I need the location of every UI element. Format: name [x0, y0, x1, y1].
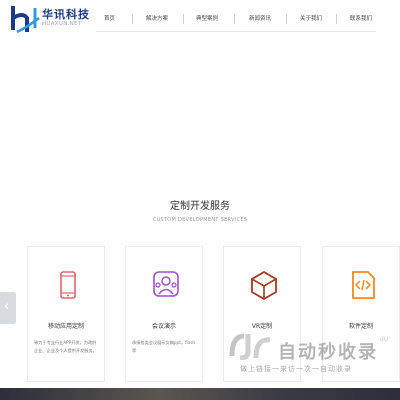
- card-title: VR定制: [251, 323, 273, 330]
- chevron-left-icon: ‹: [4, 299, 10, 314]
- service-card-mobile[interactable]: 移动应用定制 致力于专业行业APP开发，为政府企业、企业及个人提供开发服务。: [27, 246, 105, 382]
- section-title: 定制开发服务: [170, 201, 230, 212]
- code-icon: [352, 271, 375, 299]
- nav-divider: [132, 14, 133, 24]
- presentation-audience-icon: [153, 271, 179, 297]
- card-title: 移动应用定制: [47, 323, 84, 330]
- watermark-logo-icon: [229, 333, 271, 360]
- card-description: 致力于专业行业APP开发，为政府企业、企业及个人提供开发服务。: [34, 340, 97, 353]
- service-card-presentation[interactable]: 会议演示 承接各类会议展示文稿ppt，flash等: [125, 246, 203, 382]
- nav-item-news[interactable]: 新闻资讯: [249, 14, 271, 22]
- nav-divider: [183, 14, 184, 24]
- nav-item-solutions[interactable]: 解决方案: [146, 14, 168, 22]
- card-title: 软件定制: [348, 323, 373, 330]
- nav-underline: [96, 31, 376, 32]
- nav-divider: [234, 14, 235, 24]
- footer-banner: [0, 388, 400, 400]
- mobile-phone-icon: [60, 271, 76, 299]
- carousel-prev-button[interactable]: ‹: [0, 292, 16, 324]
- section-subtitle: CUSTOM DEVELOPMENT SERVICES: [152, 217, 248, 223]
- nav-item-about[interactable]: 关于我们: [300, 14, 322, 22]
- nav-divider: [336, 14, 337, 24]
- watermark-tail-text: dU: [380, 336, 389, 343]
- site-header: 华讯科技 HUAXUN.NET 首页 解决方案 典型案例 新闻资讯 关于我们 联…: [0, 0, 400, 38]
- nav-divider: [286, 14, 287, 24]
- nav-item-cases[interactable]: 典型案例: [196, 14, 218, 22]
- watermark-sub-text: 做上链接一来访一次一自动收录: [240, 365, 352, 373]
- card-description: 承接各类会议展示文稿ppt，flash等: [132, 340, 196, 353]
- card-title: 会议演示: [151, 323, 176, 330]
- main-nav: 首页 解决方案 典型案例 新闻资讯 关于我们 联系我们: [0, 14, 400, 26]
- nav-item-home[interactable]: 首页: [104, 14, 115, 22]
- vr-cube-icon: [251, 270, 277, 301]
- watermark-main-text: 自动秒收录: [278, 342, 378, 363]
- nav-item-contact[interactable]: 联系我们: [350, 14, 372, 22]
- watermark-overlay: 自动秒收录 做上链接一来访一次一自动收录 dU: [228, 330, 398, 376]
